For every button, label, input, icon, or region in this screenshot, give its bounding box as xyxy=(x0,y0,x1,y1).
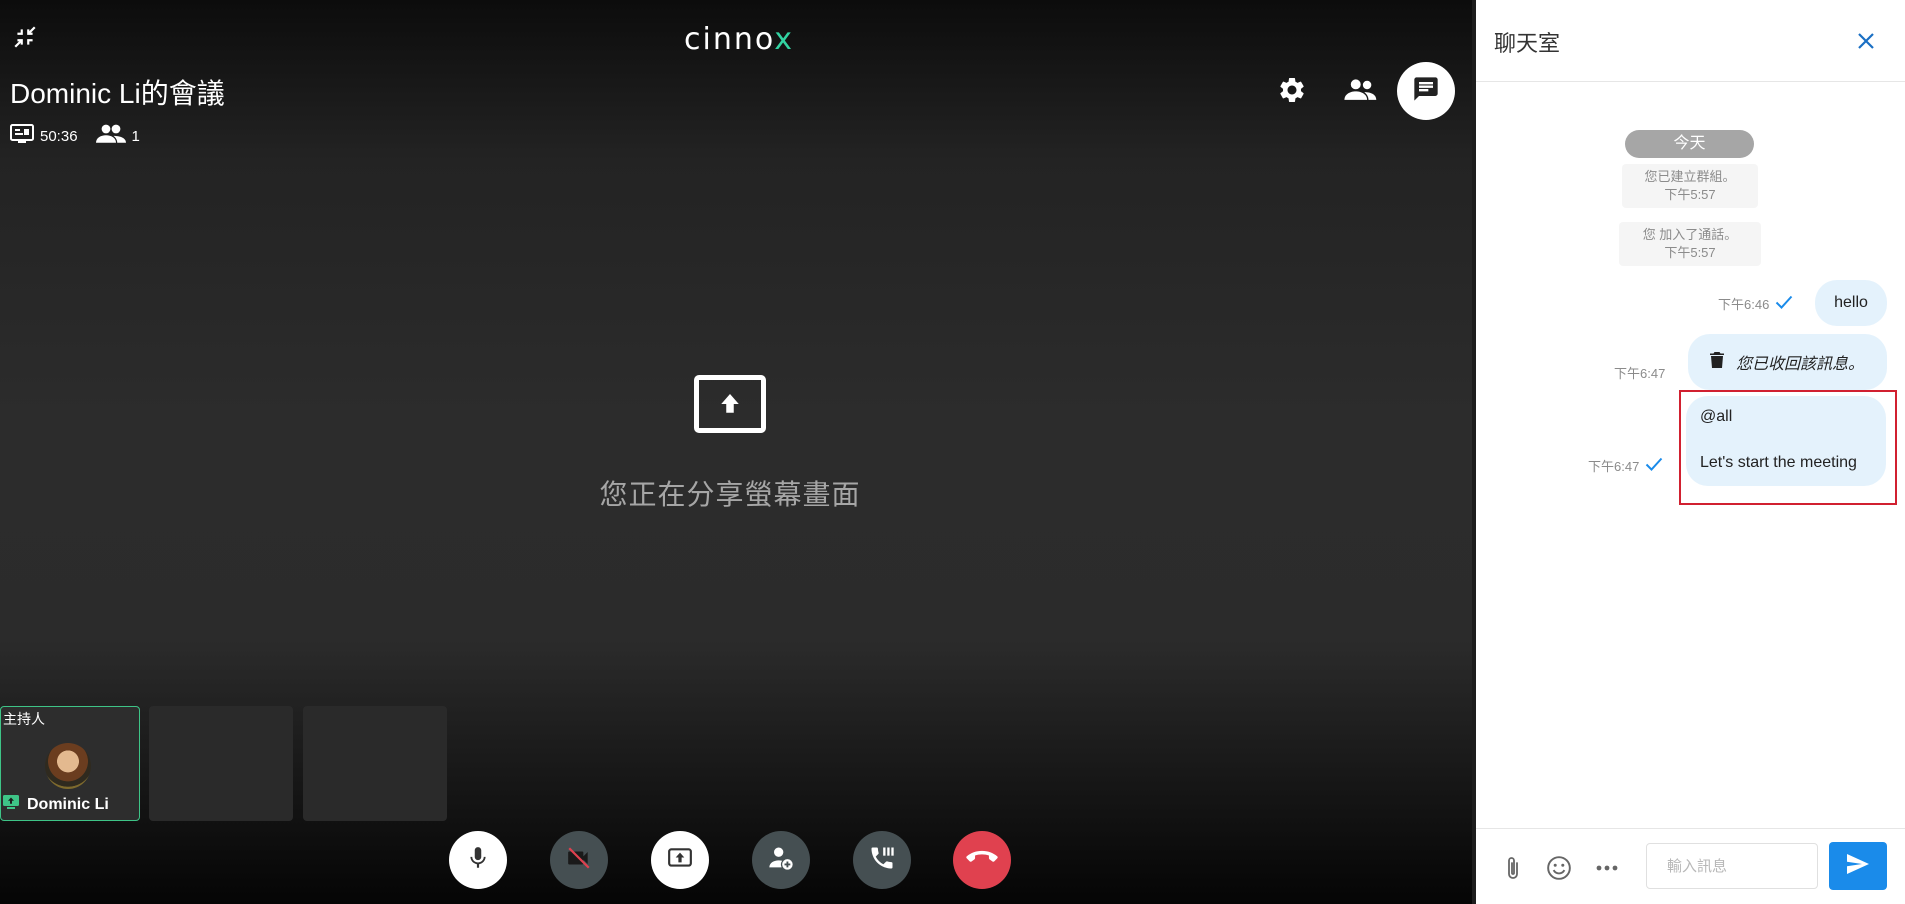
recalled-message-bubble[interactable]: 您已收回該訊息。 xyxy=(1688,334,1887,390)
screen-share-indicator-icon xyxy=(3,795,19,814)
date-separator: 今天 xyxy=(1625,130,1754,158)
system-message-text: 您 加入了通話。 xyxy=(1642,227,1738,242)
recalled-message-text: 您已收回該訊息。 xyxy=(1736,356,1865,373)
logo-x: x xyxy=(774,22,795,57)
logo-text: cinno xyxy=(684,22,775,57)
share-screen-button[interactable] xyxy=(651,831,709,889)
participant-tile-empty xyxy=(303,706,447,821)
dialpad-button[interactable] xyxy=(853,831,911,889)
share-screen-icon xyxy=(665,845,695,876)
check-icon xyxy=(1645,457,1663,474)
avatar xyxy=(45,743,91,789)
system-message-time: 下午5:57 xyxy=(1664,245,1716,260)
message-time: 下午6:47 xyxy=(1588,459,1640,474)
chat-composer xyxy=(1476,828,1905,904)
phone-dialpad-icon xyxy=(868,844,896,877)
settings-gear-icon[interactable] xyxy=(1274,72,1310,108)
participant-tile-host[interactable]: 主持人 Dominic Li xyxy=(0,706,140,821)
close-icon[interactable] xyxy=(1852,27,1880,55)
screen-share-message: 您正在分享螢幕畫面 xyxy=(599,479,861,510)
participant-count-group: 1 xyxy=(95,124,140,148)
send-icon xyxy=(1846,853,1870,880)
camera-off-icon xyxy=(564,845,594,876)
minimize-icon[interactable] xyxy=(10,22,40,52)
check-icon xyxy=(1775,295,1793,312)
host-name-row: Dominic Li xyxy=(3,795,109,814)
send-button[interactable] xyxy=(1829,842,1887,890)
chat-panel: 聊天室 今天 您已建立群組。 下午5:57 您 加入了通話。 下午5:57 下午… xyxy=(1476,0,1905,904)
paperclip-icon[interactable] xyxy=(1498,853,1528,883)
message-meta: 下午6:47 xyxy=(1588,456,1663,475)
meeting-area: cinnox Dominic Li的會議 50:36 1 您正在分享螢幕畫面 主… xyxy=(0,0,1472,904)
chat-toggle-button[interactable] xyxy=(1397,62,1455,120)
more-options-icon[interactable] xyxy=(1592,853,1622,883)
trash-icon xyxy=(1710,351,1724,374)
add-participant-button[interactable] xyxy=(752,831,810,889)
microphone-button[interactable] xyxy=(449,831,507,889)
duration-group: 50:36 xyxy=(10,124,78,148)
people-icon xyxy=(95,124,126,148)
message-bubble[interactable]: hello xyxy=(1815,280,1887,326)
message-input[interactable] xyxy=(1646,843,1818,889)
host-label: 主持人 xyxy=(3,711,45,727)
message-meta: 下午6:47 xyxy=(1614,363,1665,382)
camera-toggle-button[interactable] xyxy=(550,831,608,889)
host-name: Dominic Li xyxy=(27,795,109,813)
participant-tile-empty xyxy=(149,706,293,821)
meeting-meta: 50:36 1 xyxy=(10,124,150,148)
presentation-icon xyxy=(10,124,34,148)
message-time: 下午6:46 xyxy=(1718,297,1770,312)
hang-up-button[interactable] xyxy=(953,831,1011,889)
participant-count: 1 xyxy=(131,127,140,145)
chat-bubble-icon xyxy=(1412,75,1440,108)
chat-title: 聊天室 xyxy=(1494,31,1561,56)
system-message-text: 您已建立群組。 xyxy=(1644,169,1736,184)
add-user-icon xyxy=(767,844,795,877)
chat-header: 聊天室 xyxy=(1476,0,1905,82)
screen-share-notice: 您正在分享螢幕畫面 xyxy=(560,375,900,513)
microphone-icon xyxy=(465,844,491,877)
participants-icon[interactable] xyxy=(1340,72,1380,108)
hang-up-icon xyxy=(965,847,999,874)
brand-logo: cinnox xyxy=(684,22,795,57)
system-message: 您已建立群組。 下午5:57 xyxy=(1622,164,1758,208)
meeting-title: Dominic Li的會議 xyxy=(10,78,225,109)
highlight-box xyxy=(1679,390,1897,505)
emoji-icon[interactable] xyxy=(1544,853,1574,883)
system-message: 您 加入了通話。 下午5:57 xyxy=(1619,222,1761,266)
meeting-duration: 50:36 xyxy=(40,127,78,145)
screen-share-icon xyxy=(694,375,766,433)
message-time: 下午6:47 xyxy=(1614,366,1666,381)
message-meta: 下午6:46 xyxy=(1718,294,1793,313)
system-message-time: 下午5:57 xyxy=(1664,187,1716,202)
